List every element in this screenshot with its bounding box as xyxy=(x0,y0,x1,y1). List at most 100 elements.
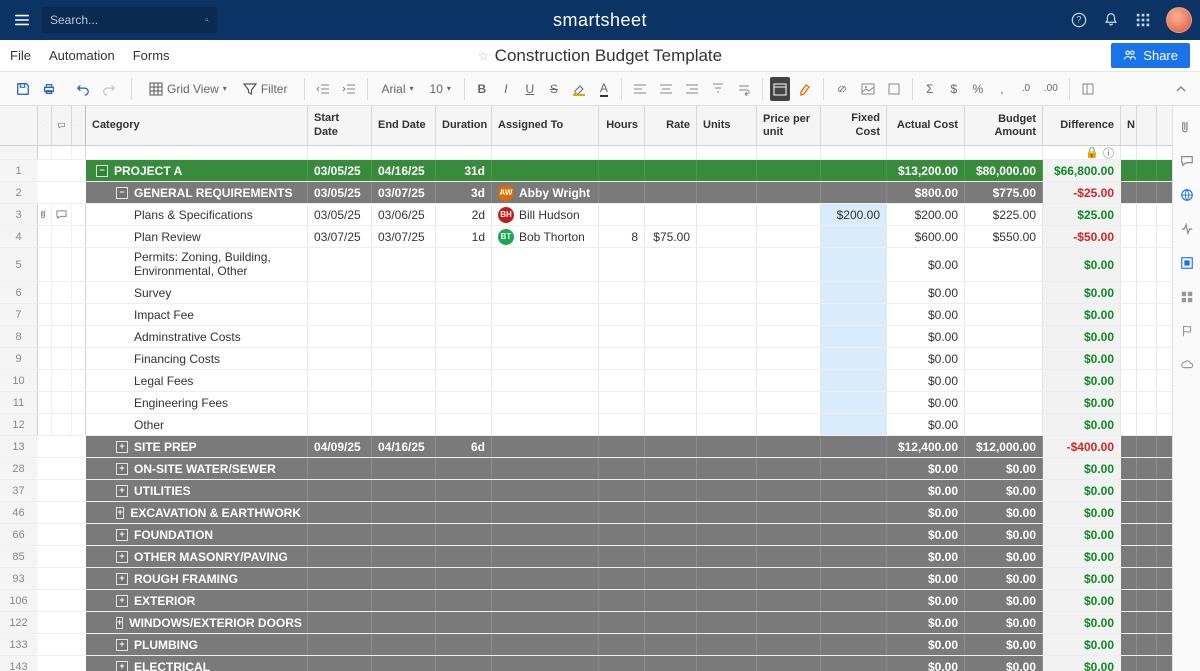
cell-start[interactable] xyxy=(308,590,372,611)
fontsize-select[interactable]: 10▾ xyxy=(424,77,457,101)
cell-attach[interactable] xyxy=(38,248,52,281)
cell-actual[interactable]: $13,200.00 xyxy=(887,160,965,181)
cloud-icon[interactable] xyxy=(1178,356,1196,374)
link-icon[interactable] xyxy=(831,77,853,101)
cell-budget[interactable]: $0.00 xyxy=(965,502,1043,523)
cell-ppu[interactable] xyxy=(757,204,821,225)
cell-assigned[interactable] xyxy=(492,458,599,479)
bell-icon[interactable] xyxy=(1102,11,1120,29)
cell-start[interactable] xyxy=(308,282,372,303)
header-hours[interactable]: Hours xyxy=(599,106,645,145)
cell-proof[interactable] xyxy=(72,502,86,523)
cell-cb[interactable] xyxy=(1137,590,1157,611)
cell-cb[interactable] xyxy=(1137,524,1157,545)
cell-diff[interactable]: $0.00 xyxy=(1043,248,1121,281)
cell-end[interactable] xyxy=(372,612,436,633)
cell-category[interactable]: −PROJECT A xyxy=(86,160,308,181)
align-left-icon[interactable] xyxy=(629,77,651,101)
cell-assigned[interactable]: AWAbby Wright xyxy=(492,182,599,203)
cell-cb[interactable] xyxy=(1137,282,1157,303)
row-index[interactable]: 4 xyxy=(0,226,38,247)
attachments-panel-icon[interactable] xyxy=(1178,118,1196,136)
cell-end[interactable] xyxy=(372,370,436,391)
header-duration[interactable]: Duration xyxy=(436,106,492,145)
cell-fixed[interactable] xyxy=(821,414,887,435)
header-actual[interactable]: Actual Cost xyxy=(887,106,965,145)
cell-units[interactable] xyxy=(697,182,757,203)
cell-attach[interactable] xyxy=(38,590,52,611)
cell-units[interactable] xyxy=(697,436,757,457)
table-row[interactable]: 133+PLUMBING$0.00$0.00$0.00 xyxy=(0,634,1172,656)
cell-proof[interactable] xyxy=(72,370,86,391)
cell-assigned[interactable] xyxy=(492,414,599,435)
cell-category[interactable]: +EXTERIOR xyxy=(86,590,308,611)
cell-rate[interactable] xyxy=(645,414,697,435)
cell-attach[interactable] xyxy=(38,392,52,413)
cell-assigned[interactable]: BTBob Thorton xyxy=(492,226,599,247)
cell-rate[interactable] xyxy=(645,282,697,303)
cell-fixed[interactable] xyxy=(821,612,887,633)
cell-duration[interactable] xyxy=(436,656,492,671)
menu-automation[interactable]: Automation xyxy=(49,48,115,63)
cell-start[interactable] xyxy=(308,414,372,435)
cell-units[interactable] xyxy=(697,590,757,611)
outdent-icon[interactable] xyxy=(312,77,334,101)
cell-duration[interactable] xyxy=(436,590,492,611)
cell-units[interactable] xyxy=(697,656,757,671)
align-center-icon[interactable] xyxy=(655,77,677,101)
cell-category[interactable]: Engineering Fees xyxy=(86,392,308,413)
cell-n[interactable] xyxy=(1121,634,1137,655)
row-index[interactable]: 133 xyxy=(0,634,38,655)
views-icon[interactable] xyxy=(1178,288,1196,306)
cell-ppu[interactable] xyxy=(757,590,821,611)
help-icon[interactable]: ? xyxy=(1070,11,1088,29)
cell-ppu[interactable] xyxy=(757,304,821,325)
row-index[interactable]: 2 xyxy=(0,182,38,203)
cell-budget[interactable] xyxy=(965,348,1043,369)
cell-rate[interactable] xyxy=(645,204,697,225)
cell-rate[interactable] xyxy=(645,458,697,479)
cell-duration[interactable]: 3d xyxy=(436,182,492,203)
cell-cb[interactable] xyxy=(1137,182,1157,203)
table-row[interactable]: 122+WINDOWS/EXTERIOR DOORS$0.00$0.00$0.0… xyxy=(0,612,1172,634)
row-index[interactable]: 93 xyxy=(0,568,38,589)
cell-duration[interactable] xyxy=(436,248,492,281)
cell-end[interactable] xyxy=(372,392,436,413)
cell-comment[interactable] xyxy=(52,392,72,413)
undo-icon[interactable] xyxy=(72,77,94,101)
header-fixed[interactable]: Fixed Cost xyxy=(821,106,887,145)
cell-end[interactable] xyxy=(372,326,436,347)
cell-hours[interactable] xyxy=(599,326,645,347)
cell-fixed[interactable] xyxy=(821,590,887,611)
toggle-icon[interactable]: + xyxy=(116,529,128,541)
cell-assigned[interactable] xyxy=(492,568,599,589)
cell-category[interactable]: Impact Fee xyxy=(86,304,308,325)
cell-cb[interactable] xyxy=(1137,436,1157,457)
cell-hours[interactable] xyxy=(599,392,645,413)
cell-attach[interactable] xyxy=(38,568,52,589)
cell-diff[interactable]: $0.00 xyxy=(1043,634,1121,655)
cell-cb[interactable] xyxy=(1137,458,1157,479)
table-row[interactable]: 11Engineering Fees$0.00$0.00 xyxy=(0,392,1172,414)
toggle-icon[interactable]: + xyxy=(116,485,128,497)
cell-diff[interactable]: $0.00 xyxy=(1043,502,1121,523)
cell-proof[interactable] xyxy=(72,182,86,203)
cell-attach[interactable] xyxy=(38,634,52,655)
cell-attach[interactable] xyxy=(38,502,52,523)
cell-assigned[interactable] xyxy=(492,436,599,457)
cell-budget[interactable]: $12,000.00 xyxy=(965,436,1043,457)
cell-cb[interactable] xyxy=(1137,656,1157,671)
cell-start[interactable] xyxy=(308,568,372,589)
cell-units[interactable] xyxy=(697,370,757,391)
cell-budget[interactable]: $0.00 xyxy=(965,458,1043,479)
cell-duration[interactable] xyxy=(436,326,492,347)
cell-actual[interactable]: $0.00 xyxy=(887,458,965,479)
cell-rate[interactable] xyxy=(645,568,697,589)
cell-start[interactable]: 04/09/25 xyxy=(308,436,372,457)
cell-hours[interactable] xyxy=(599,248,645,281)
cell-assigned[interactable] xyxy=(492,480,599,501)
cell-diff[interactable]: $0.00 xyxy=(1043,348,1121,369)
cell-n[interactable] xyxy=(1121,568,1137,589)
cell-budget[interactable]: $80,000.00 xyxy=(965,160,1043,181)
cell-diff[interactable]: $0.00 xyxy=(1043,546,1121,567)
